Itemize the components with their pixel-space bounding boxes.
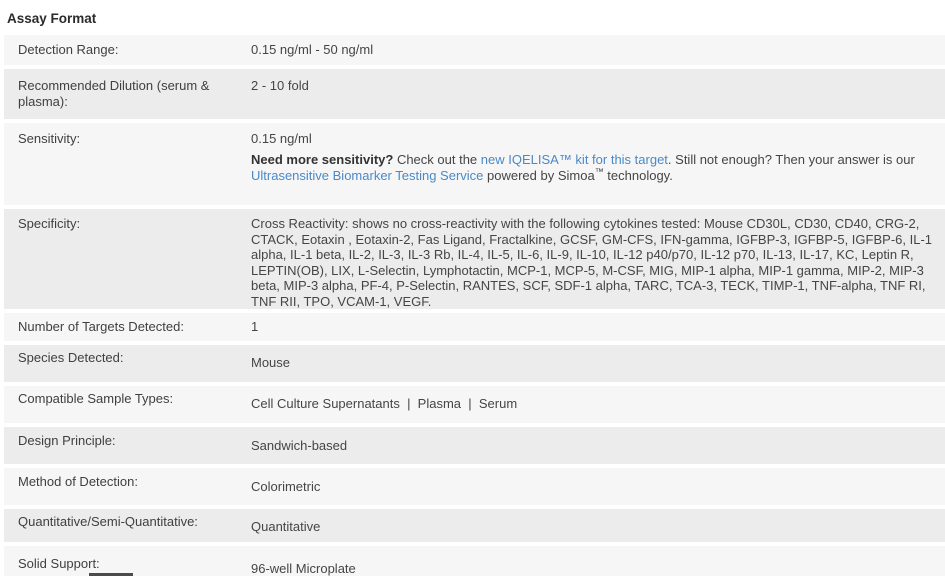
row-label: Quantitative/Semi-Quantitative:: [4, 514, 251, 542]
note-text: powered by Simoa: [483, 168, 594, 183]
row-recommended-dilution: Recommended Dilution (serum & plasma): 2…: [4, 69, 945, 119]
row-design-principle: Design Principle: Sandwich-based: [4, 427, 945, 464]
row-value: Sandwich-based: [251, 438, 943, 454]
row-value: 2 - 10 fold: [251, 78, 945, 119]
row-detection-range: Detection Range: 0.15 ng/ml - 50 ng/ml: [4, 35, 945, 65]
note-text: technology.: [604, 168, 673, 183]
row-label: Sensitivity:: [4, 131, 251, 205]
assay-format-table: Detection Range: 0.15 ng/ml - 50 ng/ml R…: [4, 35, 945, 576]
row-value: Mouse: [251, 355, 943, 371]
row-label: Design Principle:: [4, 433, 251, 464]
row-value: 0.15 ng/ml Need more sensitivity? Check …: [251, 131, 945, 205]
note-text: Check out the: [393, 152, 480, 167]
sensitivity-value: 0.15 ng/ml: [251, 131, 943, 147]
row-value: Cell Culture Supernatants | Plasma | Ser…: [251, 396, 943, 412]
section-title: Assay Format: [0, 0, 945, 27]
row-value: Cross Reactivity: shows no cross-reactiv…: [251, 216, 945, 309]
row-label: Method of Detection:: [4, 474, 251, 505]
row-number-of-targets: Number of Targets Detected: 1: [4, 313, 945, 341]
row-sensitivity: Sensitivity: 0.15 ng/ml Need more sensit…: [4, 123, 945, 205]
row-label: Specificity:: [4, 216, 251, 309]
row-compatible-sample-types: Compatible Sample Types: Cell Culture Su…: [4, 386, 945, 423]
row-label: Detection Range:: [4, 42, 251, 65]
row-method-of-detection: Method of Detection: Colorimetric: [4, 468, 945, 505]
row-label: Recommended Dilution (serum & plasma):: [4, 78, 251, 119]
sensitivity-note: Need more sensitivity? Check out the new…: [251, 152, 943, 184]
row-value: 0.15 ng/ml - 50 ng/ml: [251, 42, 945, 65]
row-specificity: Specificity: Cross Reactivity: shows no …: [4, 209, 945, 309]
row-quantitative: Quantitative/Semi-Quantitative: Quantita…: [4, 509, 945, 542]
row-label: Compatible Sample Types:: [4, 391, 251, 423]
row-value: Colorimetric: [251, 479, 943, 495]
row-solid-support: Solid Support: 96-well Microplate: [4, 546, 945, 576]
trademark-symbol: ™: [595, 167, 604, 177]
row-value: Quantitative: [251, 519, 943, 535]
iqelisa-kit-link[interactable]: new IQELISA™ kit for this target: [481, 152, 668, 167]
row-value: 96-well Microplate: [251, 561, 943, 576]
ultrasensitive-service-link[interactable]: Ultrasensitive Biomarker Testing Service: [251, 168, 483, 183]
row-label: Number of Targets Detected:: [4, 319, 251, 341]
note-text: . Still not enough? Then your answer is …: [668, 152, 915, 167]
row-species-detected: Species Detected: Mouse: [4, 345, 945, 382]
note-bold-prefix: Need more sensitivity?: [251, 152, 393, 167]
row-label: Species Detected:: [4, 350, 251, 382]
assay-format-section: Assay Format Detection Range: 0.15 ng/ml…: [0, 0, 945, 576]
row-value: 1: [251, 319, 945, 341]
